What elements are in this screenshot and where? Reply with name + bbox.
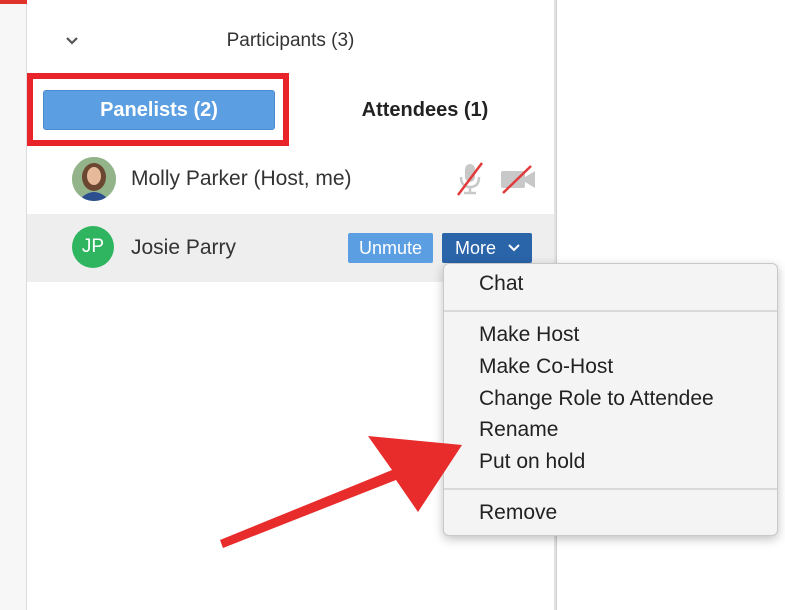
menu-separator [444,310,777,312]
left-margin [0,0,27,610]
tab-attendees[interactable]: Attendees (1) [330,90,520,130]
menu-item-put-on-hold[interactable]: Put on hold [479,450,585,474]
user-photo-icon [72,157,116,201]
more-button[interactable]: More [442,233,532,263]
tab-panelists[interactable]: Panelists (2) [43,90,275,130]
participant-name: Molly Parker (Host, me) [131,167,352,190]
chevron-down-icon [508,244,520,252]
participant-row-molly[interactable]: Molly Parker (Host, me) [27,145,554,213]
menu-item-remove[interactable]: Remove [479,501,557,525]
video-off-icon[interactable] [499,163,537,195]
participants-title: Participants (3) [226,30,355,51]
menu-item-change-role[interactable]: Change Role to Attendee [479,387,714,411]
menu-separator [444,488,777,490]
participant-name: Josie Parry [131,236,237,259]
more-context-menu: Chat Make Host Make Co-Host Change Role … [443,263,778,536]
menu-item-rename[interactable]: Rename [479,418,558,442]
avatar [72,157,116,201]
more-button-label: More [455,238,497,258]
participants-header: Participants (3) [27,22,554,60]
menu-item-make-co-host[interactable]: Make Co-Host [479,355,613,379]
menu-item-make-host[interactable]: Make Host [479,323,579,347]
avatar: JP [72,226,114,268]
unmute-button[interactable]: Unmute [348,233,433,263]
mic-muted-icon[interactable] [455,161,485,197]
menu-item-chat[interactable]: Chat [479,272,523,296]
